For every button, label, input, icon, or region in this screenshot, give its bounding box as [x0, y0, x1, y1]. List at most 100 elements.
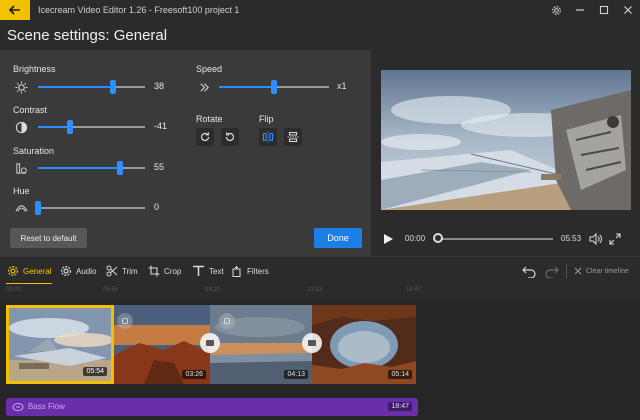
clip-duration: 04:13 [284, 370, 308, 379]
contrast-icon [14, 120, 28, 134]
close-icon [624, 6, 632, 14]
brightness-slider-thumb[interactable] [109, 80, 116, 94]
video-preview[interactable] [381, 70, 631, 210]
current-time: 00:00 [405, 234, 426, 243]
sun-icon [14, 80, 28, 94]
add-transition-button[interactable] [219, 313, 235, 329]
add-transition-button[interactable] [200, 333, 220, 353]
window-title: Icecream Video Editor 1.26 - Freesoft100… [38, 5, 240, 15]
settings-button[interactable] [544, 0, 568, 20]
fullscreen-icon [609, 233, 621, 245]
maximize-icon [599, 5, 609, 15]
clear-timeline-button[interactable]: Clear timeline [574, 257, 629, 285]
flip-horizontal-button[interactable] [259, 128, 277, 146]
rotate-right-icon [200, 132, 210, 142]
reset-to-default-button[interactable]: Reset to default [10, 228, 87, 248]
title-bar: Icecream Video Editor 1.26 - Freesoft100… [0, 0, 640, 20]
speed-slider[interactable] [219, 80, 329, 94]
transition-icon [122, 318, 128, 324]
clear-timeline-label: Clear timeline [586, 267, 629, 275]
contrast-label: Contrast [13, 105, 48, 115]
app-window: Icecream Video Editor 1.26 - Freesoft100… [0, 0, 640, 420]
audio-gear-icon [60, 265, 72, 277]
speed-value: x1 [337, 81, 347, 91]
undo-button[interactable] [522, 265, 536, 283]
crop-icon [148, 265, 160, 277]
page-title: Scene settings: General [7, 27, 168, 44]
text-icon [193, 265, 204, 276]
hue-slider-thumb[interactable] [35, 201, 41, 215]
scissors-icon [106, 265, 118, 277]
done-button[interactable]: Done [314, 228, 362, 248]
flip-vertical-icon [287, 131, 299, 143]
volume-icon [589, 232, 602, 246]
saturation-slider-thumb[interactable] [117, 161, 124, 175]
tab-text[interactable]: Text [192, 257, 224, 285]
tab-filters[interactable]: Filters [231, 257, 269, 285]
filters-icon [232, 266, 241, 277]
tab-general-label: General [23, 266, 52, 276]
rotate-left-button[interactable] [221, 128, 239, 146]
toolbar-divider [566, 264, 567, 278]
hue-label: Hue [13, 186, 30, 196]
saturation-value: 55 [154, 162, 165, 172]
tab-text-label: Text [209, 266, 224, 276]
contrast-slider-thumb[interactable] [67, 120, 74, 134]
play-button[interactable] [383, 232, 394, 250]
saturation-icon [14, 161, 28, 175]
clip-duration: 03:26 [182, 370, 206, 379]
redo-button[interactable] [545, 265, 559, 283]
saturation-label: Saturation [13, 146, 55, 156]
tab-crop[interactable]: Crop [148, 257, 181, 285]
brightness-value: 38 [154, 81, 165, 91]
undo-icon [522, 266, 536, 279]
flip-horizontal-icon [262, 131, 274, 143]
audio-track[interactable]: Bass Flow 18:47 [6, 398, 418, 416]
seek-bar-thumb[interactable] [433, 233, 443, 243]
transition-icon [308, 340, 316, 346]
clip-duration: 05:54 [83, 367, 107, 376]
minimize-button[interactable] [568, 0, 592, 20]
hue-slider[interactable] [35, 201, 145, 215]
seek-bar[interactable] [437, 238, 553, 240]
hue-value: 0 [154, 202, 160, 212]
tab-trim[interactable]: Trim [106, 257, 138, 285]
minimize-icon [576, 9, 584, 11]
timeline-clip-4[interactable]: 05:14 [312, 305, 416, 384]
window-controls [544, 0, 640, 20]
tab-audio[interactable]: Audio [60, 257, 96, 285]
ruler-tick: 05:54 [103, 287, 119, 293]
back-button[interactable] [0, 0, 30, 20]
tab-crop-label: Crop [164, 266, 182, 276]
arrow-left-icon [9, 5, 20, 15]
timeline-clip-1[interactable]: 05:54 [6, 305, 114, 384]
editor-toolbar: General Audio Trim Crop Text Filters Cle… [0, 256, 640, 285]
brightness-slider[interactable] [38, 80, 145, 94]
volume-button[interactable] [589, 232, 603, 250]
speed-slider-thumb[interactable] [271, 80, 277, 94]
rotate-right-button[interactable] [196, 128, 214, 146]
video-frame-image [381, 70, 631, 210]
close-icon [574, 267, 582, 275]
ruler-tick: 13:33 [307, 287, 323, 293]
timeline: 05:54 03:26 04:13 05:14 Bass Flow 18:47 [0, 300, 640, 420]
add-transition-button[interactable] [117, 313, 133, 329]
flip-vertical-button[interactable] [284, 128, 302, 146]
tab-audio-label: Audio [76, 266, 97, 276]
tab-general[interactable]: General [7, 257, 51, 285]
close-button[interactable] [616, 0, 640, 20]
hue-icon [14, 201, 28, 215]
contrast-value: -41 [154, 121, 168, 131]
saturation-slider[interactable] [38, 161, 145, 175]
timeline-ruler[interactable]: 00:00 05:54 09:20 13:33 18:47 [0, 284, 640, 300]
ruler-tick: 09:20 [205, 287, 221, 293]
audio-track-label: Bass Flow [28, 402, 65, 411]
fullscreen-button[interactable] [609, 232, 621, 250]
transition-icon [206, 340, 214, 346]
rotate-left-icon [225, 132, 235, 142]
contrast-slider[interactable] [38, 120, 145, 134]
clip-duration: 05:14 [388, 370, 412, 379]
ruler-tick: 18:47 [406, 287, 422, 293]
add-transition-button[interactable] [302, 333, 322, 353]
maximize-button[interactable] [592, 0, 616, 20]
